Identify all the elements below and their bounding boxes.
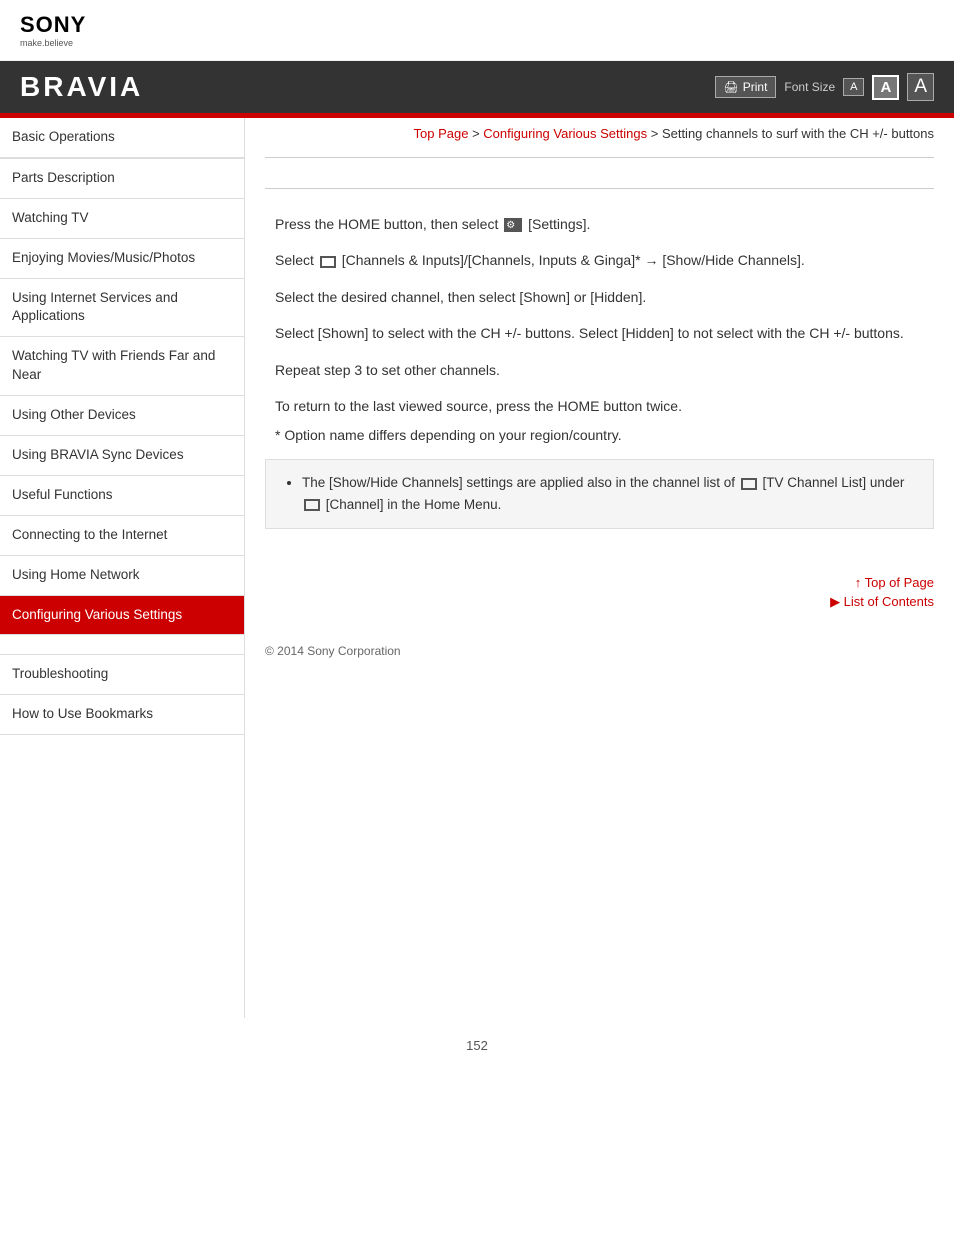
main-layout: Basic Operations Parts Description Watch… bbox=[0, 118, 954, 1018]
sidebar-item-bravia-sync[interactable]: Using BRAVIA Sync Devices bbox=[0, 436, 244, 476]
font-size-label: Font Size bbox=[784, 80, 835, 94]
sidebar-item-configuring-settings[interactable]: Configuring Various Settings bbox=[0, 596, 244, 636]
copyright: © 2014 Sony Corporation bbox=[265, 634, 401, 668]
asterisk-note: * Option name differs depending on your … bbox=[275, 427, 924, 443]
step-2: Select [Channels & Inputs]/[Channels, In… bbox=[265, 245, 934, 275]
step-1: Press the HOME button, then select ⚙ [Se… bbox=[265, 209, 934, 239]
return-note: To return to the last viewed source, pre… bbox=[275, 395, 924, 417]
step-4: Select [Shown] to select with the CH +/-… bbox=[265, 318, 934, 348]
content-area: Top Page > Configuring Various Settings … bbox=[245, 118, 954, 1018]
breadcrumb-configuring[interactable]: Configuring Various Settings bbox=[483, 126, 647, 141]
divider-top2 bbox=[265, 188, 934, 189]
breadcrumb-current: Setting channels to surf with the CH +/-… bbox=[662, 126, 934, 141]
sidebar-item-basic-operations[interactable]: Basic Operations bbox=[0, 118, 244, 158]
font-large-button[interactable]: A bbox=[907, 73, 934, 101]
channel-icon2 bbox=[304, 499, 320, 511]
sidebar-item-watching-friends[interactable]: Watching TV with Friends Far and Near bbox=[0, 337, 244, 396]
sidebar-item-useful-functions[interactable]: Useful Functions bbox=[0, 476, 244, 516]
divider-top bbox=[265, 157, 934, 158]
sidebar: Basic Operations Parts Description Watch… bbox=[0, 118, 245, 1018]
sidebar-item-enjoying[interactable]: Enjoying Movies/Music/Photos bbox=[0, 239, 244, 279]
sony-text: SONY bbox=[20, 12, 86, 38]
sidebar-item-home-network[interactable]: Using Home Network bbox=[0, 556, 244, 596]
list-of-contents-link[interactable]: ▶ List of Contents bbox=[265, 594, 934, 610]
sidebar-item-watching-tv[interactable]: Watching TV bbox=[0, 199, 244, 239]
breadcrumb-sep2: > bbox=[651, 126, 662, 141]
tv-channel-list-icon bbox=[741, 478, 757, 490]
sony-logo: SONY make.believe bbox=[20, 12, 86, 48]
sidebar-item-connecting-internet[interactable]: Connecting to the Internet bbox=[0, 516, 244, 556]
content-body: Press the HOME button, then select ⚙ [Se… bbox=[265, 199, 934, 555]
step-5: Repeat step 3 to set other channels. bbox=[265, 355, 934, 385]
print-button[interactable]: 🖨 Print bbox=[715, 76, 777, 98]
sidebar-item-bookmarks[interactable]: How to Use Bookmarks bbox=[0, 695, 244, 735]
banner-controls: 🖨 Print Font Size A A A bbox=[715, 73, 935, 101]
note-item: The [Show/Hide Channels] settings are ap… bbox=[302, 472, 917, 515]
sidebar-item-other-devices[interactable]: Using Other Devices bbox=[0, 396, 244, 436]
sidebar-item-troubleshooting[interactable]: Troubleshooting bbox=[0, 655, 244, 695]
note-box: The [Show/Hide Channels] settings are ap… bbox=[265, 459, 934, 528]
step-3: Select the desired channel, then select … bbox=[265, 282, 934, 312]
bravia-title: BRAVIA bbox=[20, 71, 143, 103]
font-medium-button[interactable]: A bbox=[872, 75, 899, 100]
channel-icon bbox=[320, 256, 336, 268]
settings-icon: ⚙ bbox=[504, 218, 522, 232]
breadcrumb-top-page[interactable]: Top Page bbox=[414, 126, 469, 141]
banner: BRAVIA 🖨 Print Font Size A A A bbox=[0, 61, 954, 113]
sidebar-item-parts-description[interactable]: Parts Description bbox=[0, 159, 244, 199]
breadcrumb-sep1: > bbox=[472, 126, 483, 141]
print-icon: 🖨 bbox=[724, 80, 739, 94]
page-number: 152 bbox=[0, 1018, 954, 1063]
top-of-page-link[interactable]: ↑ Top of Page bbox=[265, 575, 934, 590]
top-bar: SONY make.believe bbox=[0, 0, 954, 61]
font-small-button[interactable]: A bbox=[843, 78, 864, 96]
print-label: Print bbox=[743, 80, 768, 94]
sidebar-item-internet-services[interactable]: Using Internet Services and Applications bbox=[0, 279, 244, 338]
breadcrumb: Top Page > Configuring Various Settings … bbox=[265, 118, 934, 147]
footer-links: ↑ Top of Page ▶ List of Contents bbox=[265, 555, 934, 624]
sony-tagline: make.believe bbox=[20, 38, 86, 48]
